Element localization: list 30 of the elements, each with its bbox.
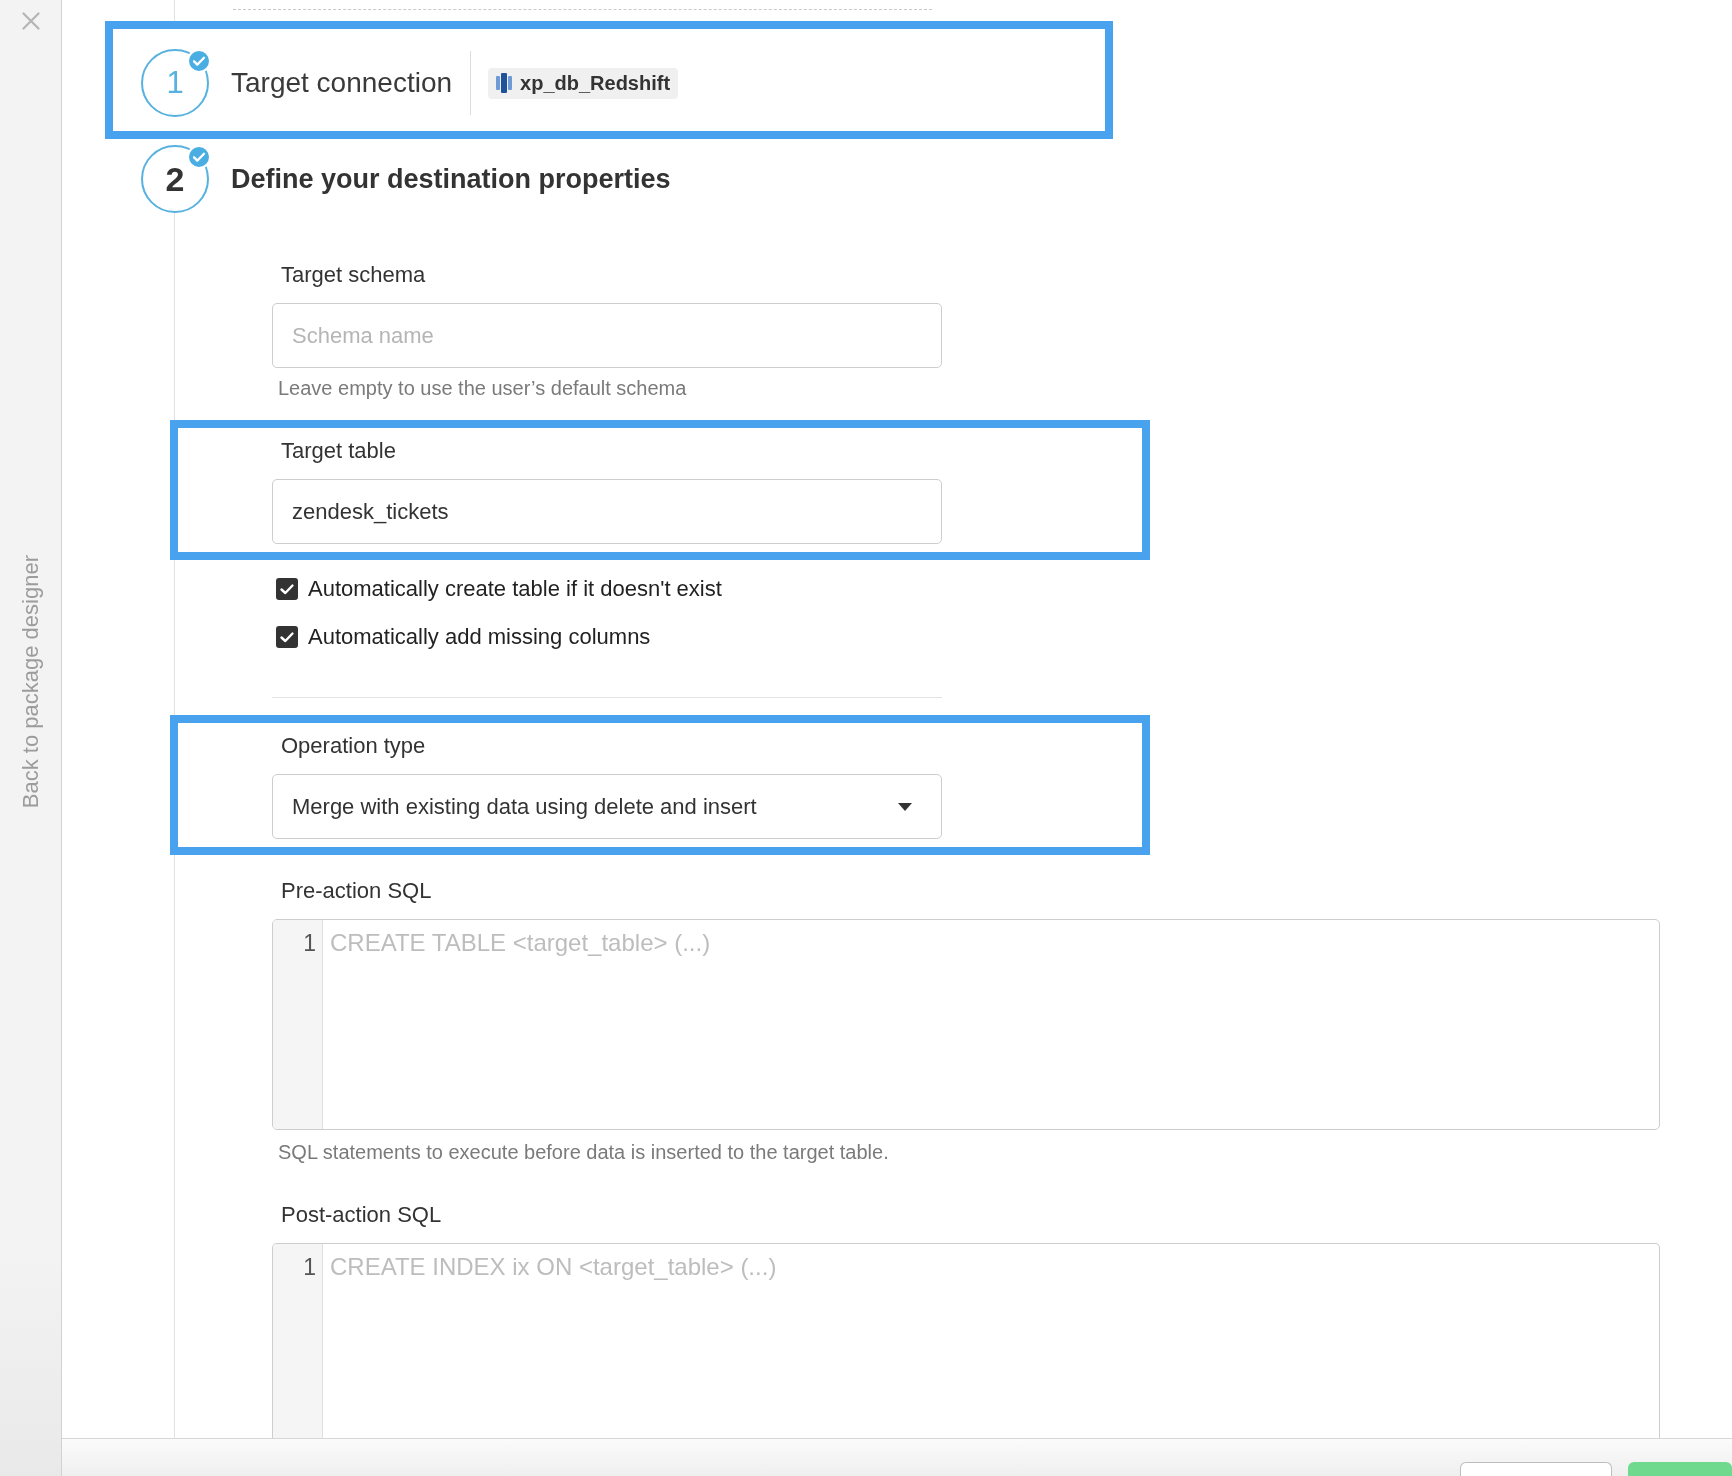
field-label: Target schema bbox=[280, 263, 426, 287]
checkbox-label[interactable]: Automatically add missing columns bbox=[308, 624, 651, 650]
primary-button[interactable] bbox=[1628, 1462, 1732, 1476]
dropdown[interactable]: Merge with existing data using delete and insert bbox=[272, 774, 942, 839]
step-title: Define your destination properties bbox=[231, 163, 671, 195]
field-hint: SQL statements to execute before data is inserted to the target table. bbox=[277, 1141, 889, 1163]
field-label: Post-action SQL bbox=[280, 1203, 442, 1227]
checkbox-label[interactable]: Automatically create table if it doesn't exist bbox=[308, 576, 722, 602]
checkbox[interactable] bbox=[276, 626, 298, 648]
step-number: 1 bbox=[141, 49, 209, 117]
line-number: 1 bbox=[303, 929, 316, 958]
text-field[interactable]: Schema name bbox=[272, 303, 942, 368]
step-title: Target connection bbox=[231, 67, 453, 99]
code-placeholder: CREATE TABLE <target_table> (...) bbox=[330, 929, 711, 956]
connection-chip[interactable]: xp_db_Redshift bbox=[488, 67, 679, 99]
text-field[interactable]: zendesk_tickets bbox=[272, 479, 942, 544]
field-label: Pre-action SQL bbox=[280, 879, 432, 903]
connection-name: xp_db_Redshift bbox=[520, 71, 671, 95]
code-editor[interactable]: 1 CREATE TABLE <target_table> (...) bbox=[272, 919, 1660, 1130]
close-icon[interactable] bbox=[21, 12, 40, 30]
code-placeholder: CREATE INDEX ix ON <target_table> (...) bbox=[330, 1253, 777, 1280]
caret-icon bbox=[898, 802, 912, 811]
bars-icon bbox=[496, 73, 513, 93]
line-number: 1 bbox=[303, 1253, 316, 1282]
secondary-button[interactable] bbox=[1460, 1462, 1612, 1476]
field-label: Target table bbox=[280, 439, 396, 463]
checkbox[interactable] bbox=[276, 578, 298, 600]
field-label: Operation type bbox=[280, 734, 426, 758]
field-hint: Leave empty to use the user’s default schema bbox=[277, 377, 687, 399]
step-number: 2 bbox=[141, 145, 209, 213]
